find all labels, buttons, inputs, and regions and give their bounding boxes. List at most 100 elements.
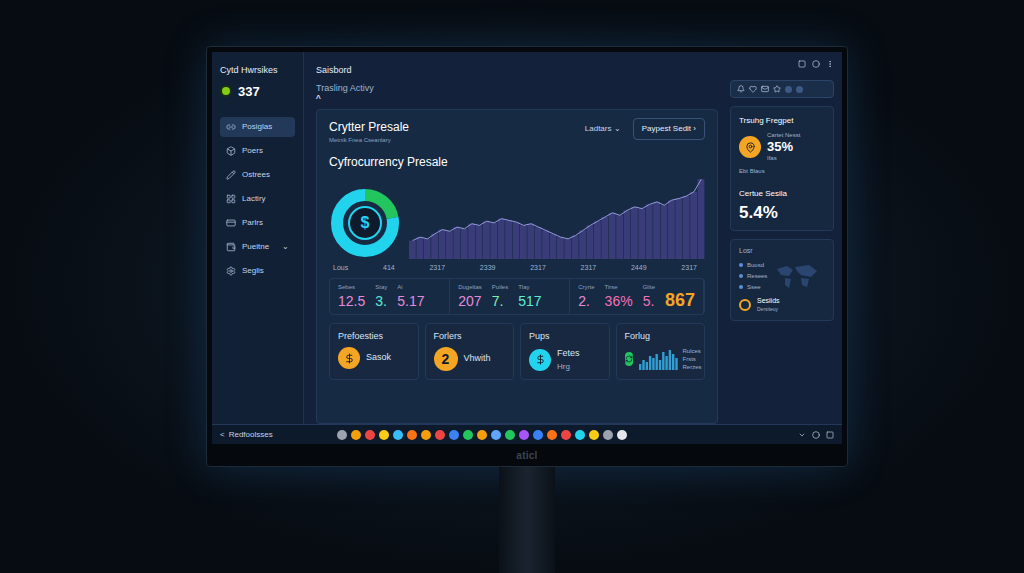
star-icon[interactable] xyxy=(773,85,781,93)
app-icon[interactable] xyxy=(519,430,529,440)
sidebar-item-icon xyxy=(226,266,236,276)
toggle-dot[interactable] xyxy=(785,86,792,93)
toggle-dot[interactable] xyxy=(796,86,803,93)
card-subtext: Hrg xyxy=(557,361,580,373)
panel-title: Crytter Presale xyxy=(329,118,409,136)
summary-card[interactable]: PupsFetesHrg xyxy=(520,323,610,380)
x-tick: 2449 xyxy=(631,263,647,274)
sidebar-item[interactable]: Ostrees xyxy=(220,165,295,185)
card-text: Vhwith xyxy=(464,352,491,366)
chart-title: Cyfrocurrency Presale xyxy=(329,153,705,171)
brand-logo: aticl xyxy=(516,448,537,463)
app-icon[interactable] xyxy=(435,430,445,440)
summary-card[interactable]: Forlug RulcesFrstsRerzes xyxy=(616,323,706,380)
app-icon[interactable] xyxy=(407,430,417,440)
app-icon[interactable] xyxy=(421,430,431,440)
sidebar-item[interactable]: Pueitne⌄ xyxy=(220,237,295,257)
count: 337 xyxy=(238,82,260,102)
stat: Tlay517 xyxy=(518,283,541,310)
app-icon[interactable] xyxy=(603,430,613,440)
presale-bar-chart xyxy=(409,175,705,259)
mail-icon[interactable] xyxy=(761,85,769,93)
coin-symbol: $ xyxy=(361,211,370,235)
app-icon[interactable] xyxy=(533,430,543,440)
legend-item: Resees xyxy=(739,272,767,281)
sidebar-item[interactable]: Seglis xyxy=(220,261,295,281)
card-title: Forlug xyxy=(625,330,697,344)
coin-icon xyxy=(739,299,751,311)
monitor-stand xyxy=(499,467,555,573)
legend-item: Buosd xyxy=(739,261,767,270)
sidebar-item-icon xyxy=(226,218,236,228)
stat-group: Cryrte2.Tirse36%Glite5.867 xyxy=(570,279,704,314)
x-tick: 2317 xyxy=(581,263,597,274)
page-title: Saisbord xyxy=(316,64,718,78)
status-icon xyxy=(220,85,232,97)
app-icon[interactable] xyxy=(547,430,557,440)
payment-button[interactable]: Paypest Sedit › xyxy=(633,118,705,140)
sidebar: Cytd Hwrsikes 337 Posiglas Poers Ostrees Lact… xyxy=(212,52,304,424)
sidebar-item[interactable]: Lactiry xyxy=(220,189,295,209)
app-icon[interactable] xyxy=(463,430,473,440)
stat: Stay3. xyxy=(375,283,387,310)
card-number-badge: 2 xyxy=(434,347,458,371)
app-icon[interactable] xyxy=(617,430,627,440)
sidebar-item[interactable]: Parlrs xyxy=(220,213,295,233)
app-icon[interactable] xyxy=(393,430,403,440)
sidebar-item-icon xyxy=(226,194,236,204)
stat: Sebes12.5 xyxy=(338,283,365,310)
stat: Puiles7. xyxy=(492,283,508,310)
app-icon[interactable] xyxy=(379,430,389,440)
world-map-icon xyxy=(771,261,821,291)
legend-label: Rulces xyxy=(683,347,702,355)
app-icon[interactable] xyxy=(589,430,599,440)
legend-label: Rerzes xyxy=(683,363,702,371)
app-icon[interactable] xyxy=(449,430,459,440)
tray-icon[interactable] xyxy=(826,431,834,439)
taskbar-label: Redfoolsses xyxy=(229,429,273,441)
back-button[interactable]: < xyxy=(220,429,225,441)
forecast-card: Trsuhg FregpetCartet Nesst35%IfasEbt Bla… xyxy=(730,106,834,231)
more-icon[interactable] xyxy=(826,60,834,68)
filter-dropdown[interactable]: Ladtars ⌄ xyxy=(585,123,621,135)
app-icon[interactable] xyxy=(561,430,571,440)
tray-icon[interactable] xyxy=(798,431,806,439)
legend-label: Frsts xyxy=(683,355,702,363)
x-tick: 2339 xyxy=(480,263,496,274)
app-icon[interactable] xyxy=(491,430,501,440)
app-icon[interactable] xyxy=(477,430,487,440)
stat: Ai5.17 xyxy=(397,283,424,310)
collapse-caret[interactable]: ^ xyxy=(316,95,374,105)
tray-icon[interactable] xyxy=(812,431,820,439)
status-icon[interactable] xyxy=(812,60,820,68)
app-icon[interactable] xyxy=(337,430,347,440)
stats-row: Sebes12.5Stay3.Ai5.17Dugeltas207Puiles7.… xyxy=(329,278,705,315)
presale-panel: Crytter PresaleMetnik Fnea CseanlaryLadt… xyxy=(316,109,718,424)
app-icon[interactable] xyxy=(575,430,585,440)
card-icon xyxy=(529,349,551,371)
sidebar-item-icon xyxy=(226,170,236,180)
map-card: LosrBuosdReseesSseeSesiidsDersiteuy xyxy=(730,239,834,321)
bell-icon[interactable] xyxy=(737,85,745,93)
refresh-icon xyxy=(625,352,633,366)
window-icon[interactable] xyxy=(798,60,806,68)
right-panel: Trsuhg FregpetCartet Nesst35%IfasEbt Bla… xyxy=(730,52,842,424)
app-icon[interactable] xyxy=(351,430,361,440)
summary-card[interactable]: Forlers2Vhwith xyxy=(425,323,515,380)
sidebar-item-icon xyxy=(226,122,236,132)
page-subtitle: Trasling Activy xyxy=(316,82,374,96)
pin-icon xyxy=(739,136,761,158)
app-icon[interactable] xyxy=(505,430,515,440)
sidebar-item[interactable]: Poers xyxy=(220,141,295,161)
legend-item: Ssee xyxy=(739,283,767,292)
card-text: Fetes xyxy=(557,347,580,361)
app-title: Cytd Hwrsikes xyxy=(220,64,295,78)
sidebar-item[interactable]: Posiglas xyxy=(220,117,295,137)
stat: Cryrte2. xyxy=(578,283,594,310)
x-tick: 2317 xyxy=(429,263,445,274)
summary-card[interactable]: PrefoestiesSasok xyxy=(329,323,419,380)
heart-icon[interactable] xyxy=(749,85,757,93)
scene: Cytd Hwrsikes 337 Posiglas Poers Ostrees Lact… xyxy=(0,0,1024,573)
stat-group: Sebes12.5 Stay3. Ai5.17 xyxy=(330,279,450,314)
app-icon[interactable] xyxy=(365,430,375,440)
